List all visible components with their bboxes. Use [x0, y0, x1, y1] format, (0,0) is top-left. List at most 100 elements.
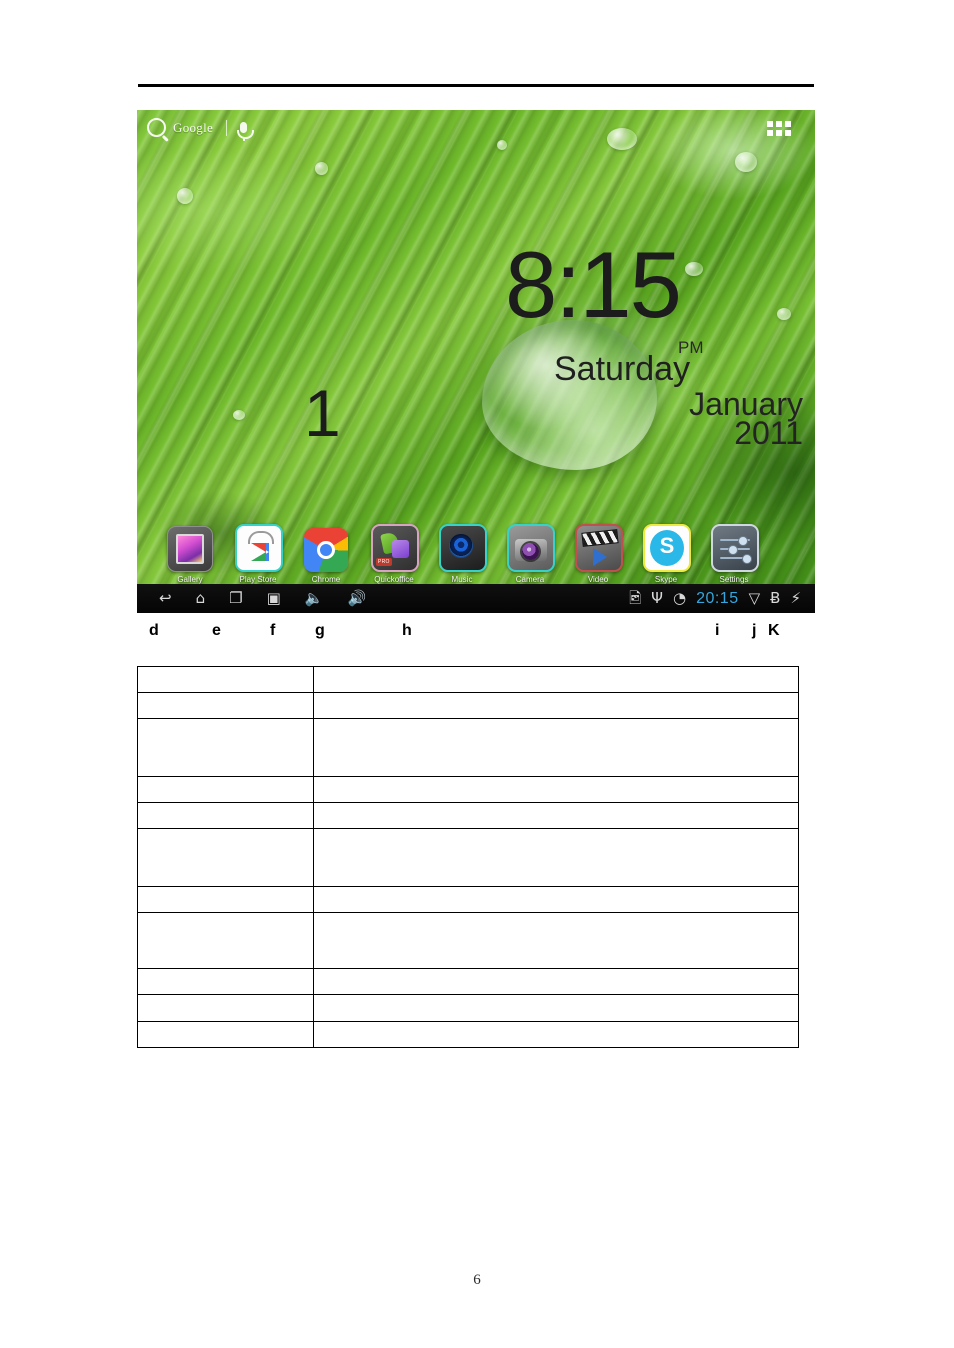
table-cell-label	[137, 666, 314, 693]
table-cell-description	[313, 994, 799, 1022]
table-row	[137, 776, 799, 803]
callout-letter-f: f	[270, 622, 276, 639]
video-icon[interactable]	[575, 524, 623, 572]
quickoffice-icon[interactable]: PRO	[371, 524, 419, 572]
app-video[interactable]: Video	[575, 524, 623, 584]
app-skype[interactable]: Skype	[643, 524, 691, 584]
app-gallery[interactable]: Gallery	[167, 526, 213, 584]
google-search-bar[interactable]: Google	[147, 118, 255, 141]
bluetooth-icon[interactable]: Ƀ	[770, 591, 780, 606]
tablet-screenshot-figure: Google 8:15 PM Saturday 1 January 2011 G…	[137, 110, 815, 613]
navigation-buttons: ↩ ⌂ ❐ ▣ 🔈 🔊	[137, 591, 366, 606]
slider-knob	[728, 545, 738, 555]
callout-letter-e: e	[212, 622, 221, 639]
table-cell-label	[137, 968, 314, 995]
table-cell-label	[137, 912, 314, 969]
app-music[interactable]: Music	[439, 524, 487, 584]
skype-icon[interactable]	[643, 524, 691, 572]
grid-dot	[776, 121, 782, 127]
table-cell-description	[313, 828, 799, 887]
callout-letter-h: h	[402, 622, 412, 639]
table-row	[137, 802, 799, 829]
table-row	[137, 718, 799, 777]
status-icons: 🖻 Ψ ◔ 20:15 ▽ Ƀ ⚡	[629, 590, 815, 608]
volume-up-icon[interactable]: 🔊	[347, 591, 366, 606]
chrome-icon[interactable]	[304, 528, 348, 572]
table-cell-description	[313, 1021, 799, 1048]
android-icon[interactable]: ◔	[673, 591, 686, 606]
app-label: Camera	[515, 575, 545, 584]
app-label: Gallery	[177, 575, 203, 584]
screenshot-notification-icon[interactable]: 🖻	[629, 591, 641, 606]
table-cell-label	[137, 692, 314, 719]
callout-letter-d: d	[149, 622, 159, 639]
back-icon[interactable]: ↩	[159, 591, 172, 606]
app-label: Quickoffice	[374, 575, 414, 584]
table-row	[137, 886, 799, 913]
table-cell-description	[313, 692, 799, 719]
music-icon[interactable]	[439, 524, 487, 572]
callout-letter-j: j	[752, 622, 757, 639]
app-quickoffice[interactable]: PRO Quickoffice	[371, 524, 419, 584]
header-divider	[138, 84, 814, 87]
battery-icon[interactable]: ⚡	[790, 591, 801, 606]
table-cell-label	[137, 776, 314, 803]
microphone-icon[interactable]	[237, 122, 255, 141]
reference-table	[137, 666, 799, 1048]
callout-letter-i: i	[715, 622, 720, 639]
screenshot-icon[interactable]: ▣	[267, 591, 281, 606]
table-body	[137, 666, 799, 1048]
table-cell-description	[313, 718, 799, 777]
app-dock: Gallery Play Store Chrome PRO Quickoffic…	[137, 524, 815, 584]
table-row	[137, 912, 799, 969]
table-row	[137, 692, 799, 719]
grid-dot	[785, 121, 791, 127]
slider-knob	[742, 554, 752, 564]
table-cell-description	[313, 802, 799, 829]
page-number: 6	[473, 1272, 481, 1288]
app-label: Skype	[654, 575, 678, 584]
camera-icon[interactable]	[507, 524, 555, 572]
wifi-icon[interactable]: ▽	[749, 591, 761, 606]
app-label: Video	[587, 575, 609, 584]
app-label: Music	[451, 575, 473, 584]
table-cell-label	[137, 802, 314, 829]
callout-letter-K: K	[768, 622, 780, 639]
table-cell-label	[137, 994, 314, 1022]
app-play-store[interactable]: Play Store	[235, 524, 283, 584]
document-page: Google 8:15 PM Saturday 1 January 2011 G…	[0, 0, 954, 1348]
table-row	[137, 968, 799, 995]
settings-icon[interactable]	[711, 524, 759, 572]
grid-dot	[785, 130, 791, 136]
google-label: Google	[173, 119, 214, 135]
table-row	[137, 994, 799, 1022]
status-clock: 20:15	[696, 589, 739, 607]
table-cell-description	[313, 666, 799, 693]
app-settings[interactable]: Settings	[711, 524, 759, 584]
app-chrome[interactable]: Chrome	[303, 528, 349, 584]
home-icon[interactable]: ⌂	[196, 591, 206, 606]
play-store-icon[interactable]	[235, 524, 283, 572]
android-system-bar: ↩ ⌂ ❐ ▣ 🔈 🔊 🖻 Ψ ◔ 20:15 ▽ Ƀ ⚡	[137, 584, 815, 613]
table-row	[137, 666, 799, 693]
callout-letter-g: g	[315, 622, 325, 639]
table-cell-description	[313, 886, 799, 913]
search-divider	[226, 119, 228, 136]
app-label: Settings	[719, 575, 749, 584]
table-cell-description	[313, 912, 799, 969]
recent-apps-icon[interactable]: ❐	[229, 591, 242, 606]
app-label: Chrome	[311, 575, 341, 584]
app-camera[interactable]: Camera	[507, 524, 555, 584]
apps-grid-icon[interactable]	[767, 121, 791, 136]
slider-knob	[738, 536, 748, 546]
usb-icon[interactable]: Ψ	[651, 591, 663, 606]
table-cell-label	[137, 886, 314, 913]
table-row	[137, 828, 799, 887]
table-cell-description	[313, 968, 799, 995]
grid-dot	[767, 121, 773, 127]
gallery-icon[interactable]	[167, 526, 213, 572]
grid-dot	[776, 130, 782, 136]
volume-down-icon[interactable]: 🔈	[305, 591, 324, 606]
callout-letters-row: d e f g h i jK	[0, 622, 954, 646]
search-icon[interactable]	[147, 118, 166, 137]
